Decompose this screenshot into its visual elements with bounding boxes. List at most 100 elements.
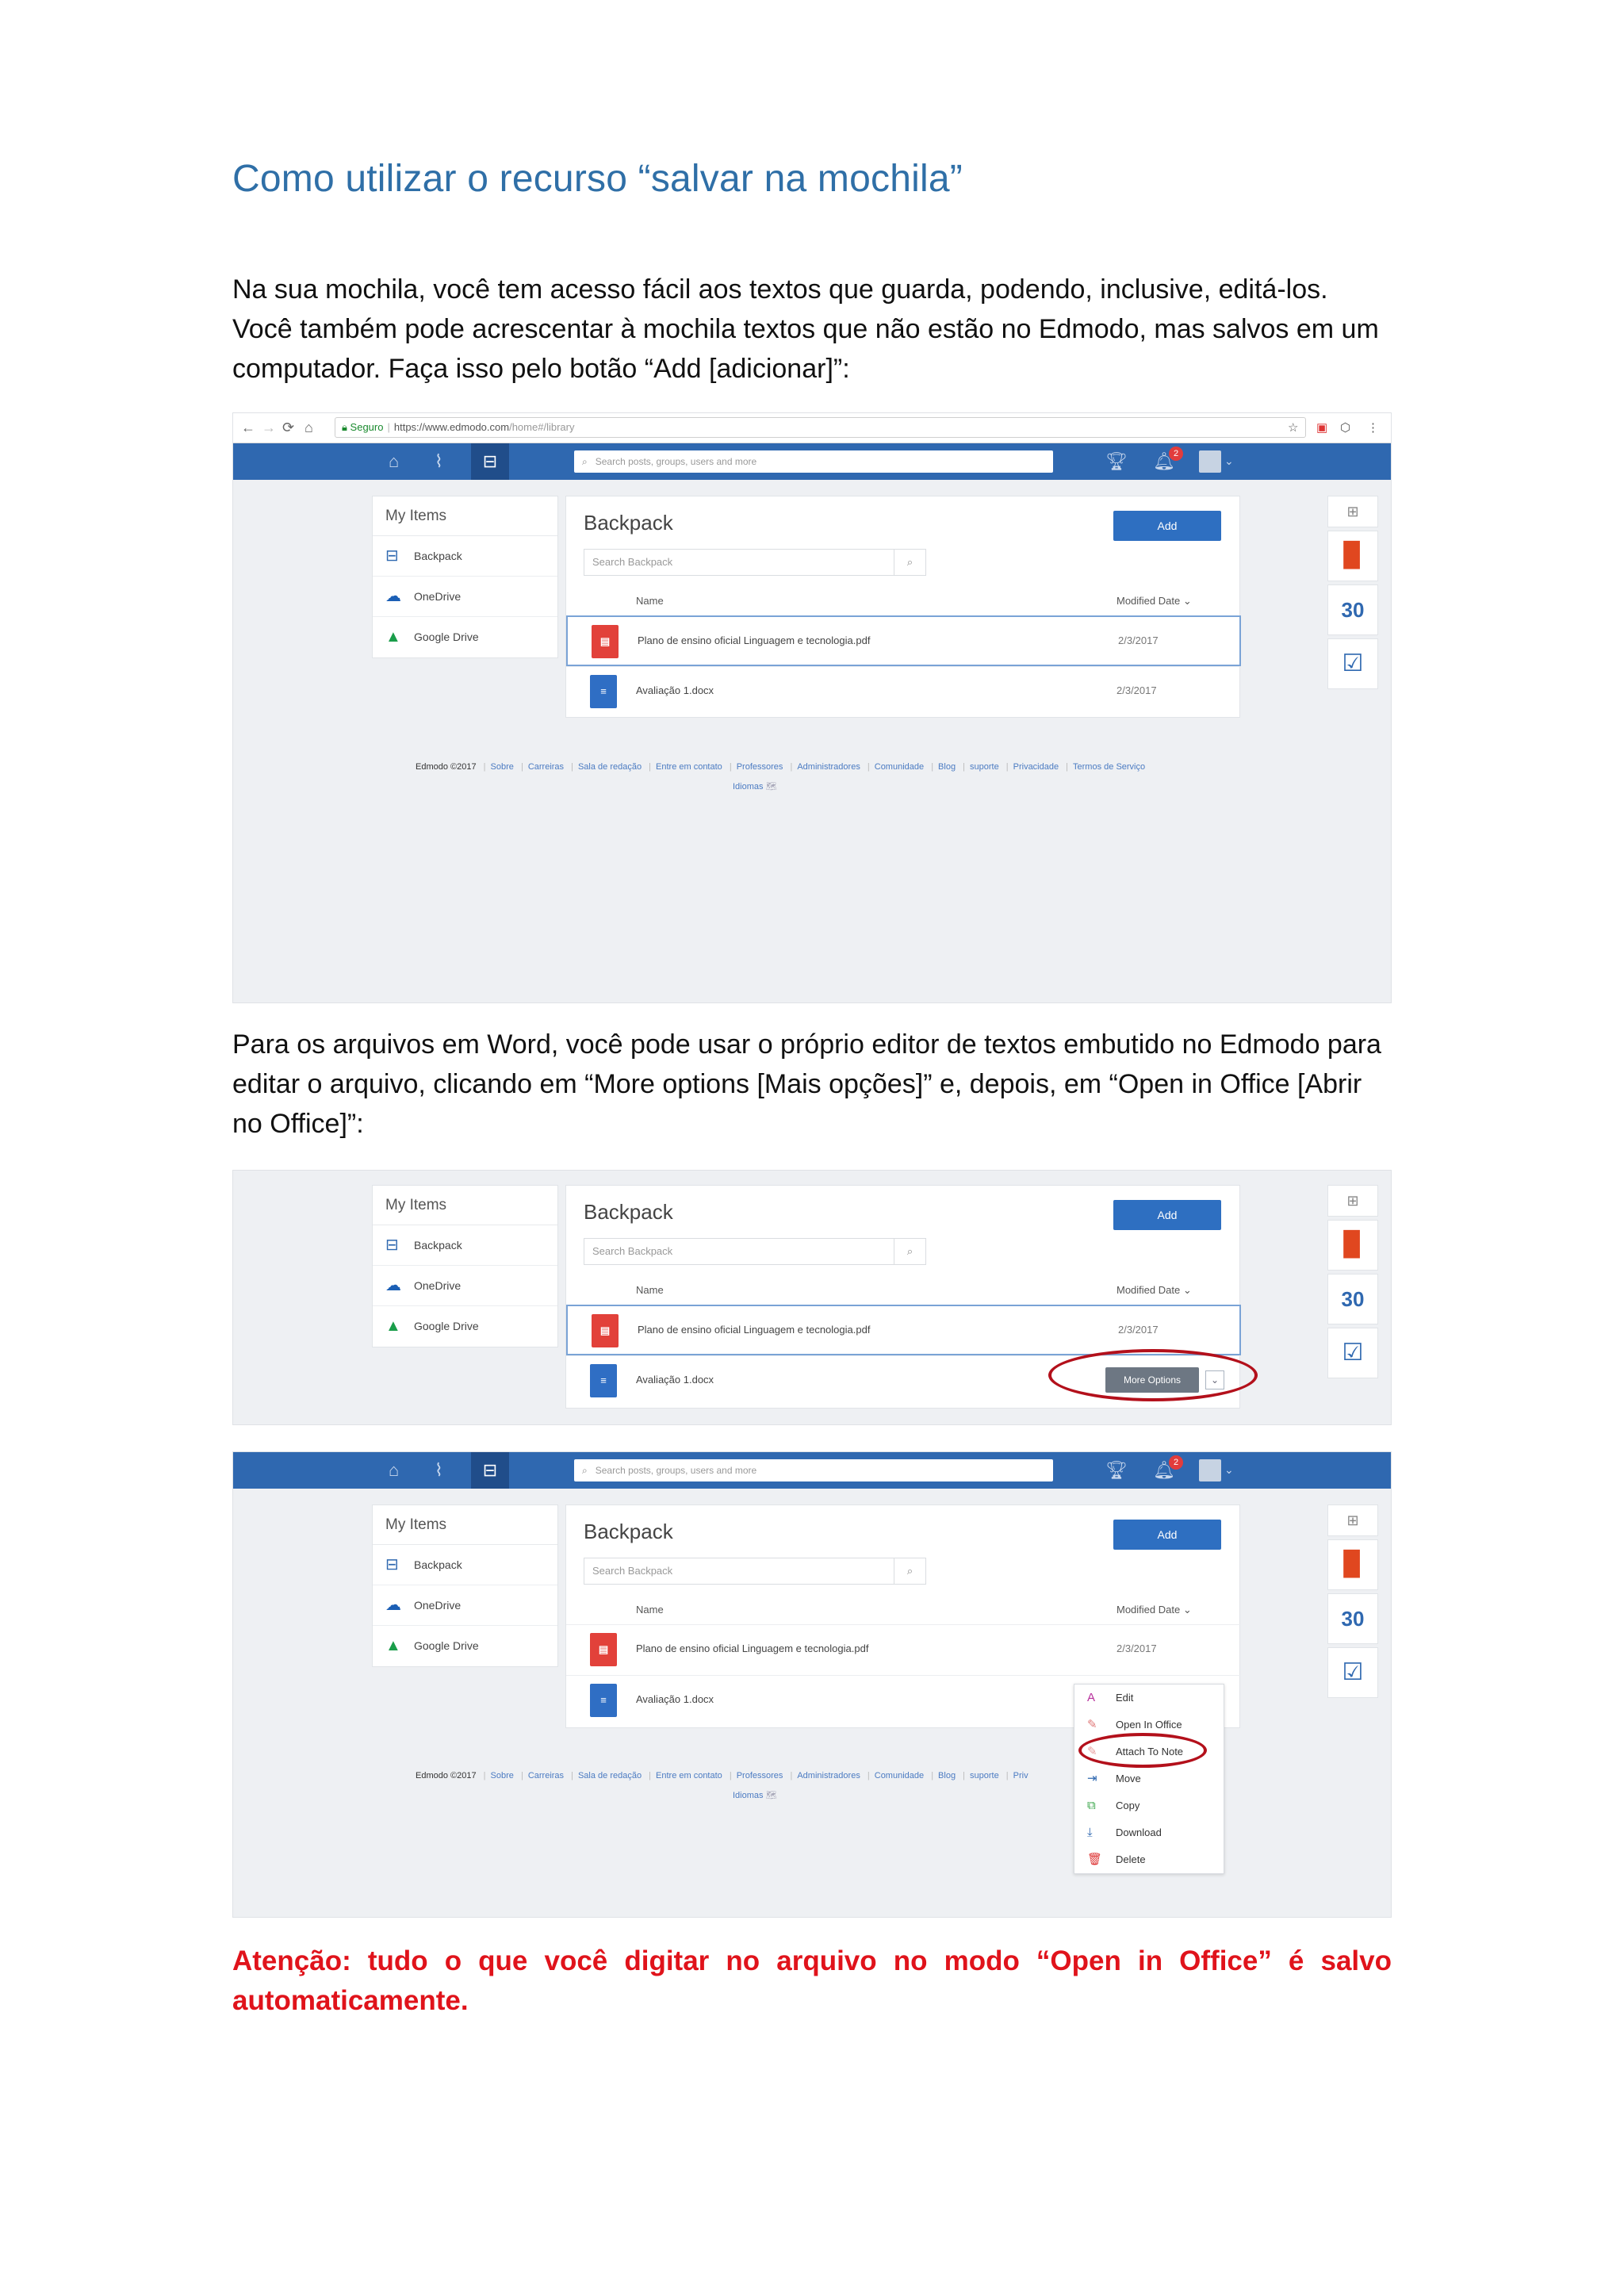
- footer-link[interactable]: Administradores: [797, 762, 860, 772]
- footer-link[interactable]: Carreiras: [528, 1771, 564, 1780]
- menu-item-edit[interactable]: A Edit: [1074, 1685, 1224, 1711]
- extension-2-icon[interactable]: ⬡: [1340, 420, 1350, 435]
- file-name[interactable]: Avaliação 1.docx: [636, 684, 714, 696]
- footer-link[interactable]: Sala de redação: [578, 762, 642, 772]
- footer-link[interactable]: Blog: [938, 762, 956, 772]
- sidebar-item-backpack[interactable]: ⊟ Backpack: [373, 1225, 557, 1266]
- sidebar-item-onedrive[interactable]: ☁ OneDrive: [373, 1585, 557, 1626]
- home-nav-icon[interactable]: ⌂: [389, 451, 399, 472]
- column-modified-date[interactable]: Modified Date ⌄: [1116, 1284, 1192, 1297]
- search-icon[interactable]: ⌕: [894, 1558, 925, 1584]
- calendar-icon[interactable]: 30: [1327, 1274, 1378, 1324]
- add-button[interactable]: Add: [1113, 1200, 1221, 1230]
- trophy-icon[interactable]: 🏆︎: [1105, 451, 1128, 472]
- column-modified-date[interactable]: Modified Date ⌄: [1116, 1604, 1192, 1616]
- quiz-check-icon[interactable]: ☑: [1327, 1647, 1378, 1698]
- file-name[interactable]: Plano de ensino oficial Linguagem e tecn…: [636, 1642, 868, 1654]
- apps-grid-icon[interactable]: ⊞: [1327, 496, 1378, 527]
- footer-link[interactable]: Administradores: [797, 1771, 860, 1780]
- apps-grid-icon[interactable]: ⊞: [1327, 1185, 1378, 1217]
- trophy-icon[interactable]: 🏆︎: [1105, 1460, 1128, 1481]
- table-row[interactable]: ▤ Plano de ensino oficial Linguagem e te…: [566, 1624, 1241, 1675]
- sidebar-item-onedrive[interactable]: ☁ OneDrive: [373, 1266, 557, 1306]
- sidebar-item-backpack[interactable]: ⊟ Backpack: [373, 536, 557, 577]
- home-nav-icon[interactable]: ⌂: [389, 1460, 399, 1481]
- home-icon[interactable]: ⌂: [304, 420, 313, 436]
- footer-link[interactable]: Sobre: [491, 762, 514, 772]
- menu-item-move[interactable]: ⇥ Move: [1074, 1765, 1224, 1792]
- menu-item-delete[interactable]: 🗑︎ Delete: [1074, 1846, 1224, 1873]
- sidebar-item-backpack[interactable]: ⊟ Backpack: [373, 1545, 557, 1585]
- menu-item-download[interactable]: ⤓ Download: [1074, 1819, 1224, 1846]
- footer-link[interactable]: Professores: [737, 762, 783, 772]
- file-name[interactable]: Plano de ensino oficial Linguagem e tecn…: [638, 1324, 870, 1336]
- menu-kebab-icon[interactable]: ⋮: [1367, 420, 1379, 435]
- footer-link[interactable]: Termos de Serviço: [1073, 762, 1145, 772]
- languages-link[interactable]: Idiomas: [733, 1791, 764, 1800]
- column-modified-date[interactable]: Modified Date ⌄: [1116, 595, 1192, 608]
- activity-icon[interactable]: ⌇: [435, 451, 443, 472]
- forward-icon[interactable]: →: [262, 420, 276, 436]
- back-icon[interactable]: ←: [241, 420, 255, 436]
- footer-link[interactable]: Priv: [1013, 1771, 1028, 1780]
- sidebar-item-google-drive[interactable]: ▲ Google Drive: [373, 1306, 557, 1347]
- star-icon[interactable]: ☆: [1288, 420, 1298, 435]
- languages-link[interactable]: Idiomas: [733, 782, 764, 792]
- library-tab[interactable]: ⊟: [471, 443, 509, 480]
- footer-link[interactable]: Sala de redação: [578, 1771, 642, 1780]
- footer-link[interactable]: Professores: [737, 1771, 783, 1780]
- chevron-down-icon[interactable]: ⌄: [1224, 454, 1234, 468]
- quiz-check-icon[interactable]: ☑: [1327, 1328, 1378, 1378]
- table-row[interactable]: ≡ Avaliação 1.docx 2/3/2017: [566, 666, 1241, 717]
- add-button[interactable]: Add: [1113, 511, 1221, 541]
- office-icon[interactable]: ▉: [1327, 1539, 1378, 1590]
- footer-link[interactable]: Blog: [938, 1771, 956, 1780]
- column-name[interactable]: Name: [636, 595, 664, 607]
- avatar[interactable]: [1199, 450, 1221, 473]
- library-tab[interactable]: ⊟: [471, 1452, 509, 1489]
- footer-link[interactable]: suporte: [970, 762, 999, 772]
- column-name[interactable]: Name: [636, 1604, 664, 1616]
- file-name[interactable]: Avaliação 1.docx: [636, 1693, 714, 1705]
- extension-icon[interactable]: ▣: [1316, 420, 1327, 435]
- menu-item-copy[interactable]: ⧉ Copy: [1074, 1792, 1224, 1819]
- address-bar[interactable]: 🔒︎ Seguro | https://www.edmodo.com/home#/l…: [335, 417, 1306, 438]
- reload-icon[interactable]: ⟳: [282, 420, 294, 436]
- footer-link[interactable]: Entre em contato: [656, 1771, 722, 1780]
- search-icon[interactable]: ⌕: [894, 550, 925, 575]
- file-name[interactable]: Avaliação 1.docx: [636, 1374, 714, 1386]
- chevron-down-icon[interactable]: ⌄: [1224, 1463, 1234, 1477]
- global-search-input[interactable]: ⌕ Search posts, groups, users and more: [574, 450, 1053, 473]
- add-button[interactable]: Add: [1113, 1520, 1221, 1550]
- file-name[interactable]: Plano de ensino oficial Linguagem e tecn…: [638, 634, 870, 646]
- footer-link[interactable]: suporte: [970, 1771, 999, 1780]
- copyright: Edmodo ©2017: [416, 762, 477, 772]
- table-row[interactable]: ▤ Plano de ensino oficial Linguagem e te…: [566, 1305, 1241, 1355]
- office-icon[interactable]: ▉: [1327, 531, 1378, 581]
- backpack-search-input[interactable]: Search Backpack ⌕: [584, 549, 926, 576]
- backpack-search-input[interactable]: Search Backpack ⌕: [584, 1558, 926, 1585]
- footer-link[interactable]: Comunidade: [875, 762, 924, 772]
- word-file-icon: ≡: [590, 1364, 617, 1397]
- sidebar-item-google-drive[interactable]: ▲ Google Drive: [373, 617, 557, 657]
- quiz-check-icon[interactable]: ☑: [1327, 638, 1378, 689]
- footer-link[interactable]: Sobre: [491, 1771, 514, 1780]
- notification-badge: 2: [1169, 1455, 1183, 1470]
- sidebar-item-google-drive[interactable]: ▲ Google Drive: [373, 1626, 557, 1666]
- footer-link[interactable]: Comunidade: [875, 1771, 924, 1780]
- sidebar-item-onedrive[interactable]: ☁ OneDrive: [373, 577, 557, 617]
- footer-link[interactable]: Privacidade: [1013, 762, 1059, 772]
- office-icon[interactable]: ▉: [1327, 1220, 1378, 1271]
- calendar-icon[interactable]: 30: [1327, 585, 1378, 635]
- apps-grid-icon[interactable]: ⊞: [1327, 1504, 1378, 1536]
- global-search-input[interactable]: ⌕ Search posts, groups, users and more: [574, 1459, 1053, 1481]
- table-row[interactable]: ▤ Plano de ensino oficial Linguagem e te…: [566, 615, 1241, 666]
- search-icon[interactable]: ⌕: [894, 1239, 925, 1264]
- footer-link[interactable]: Carreiras: [528, 762, 564, 772]
- backpack-search-input[interactable]: Search Backpack ⌕: [584, 1238, 926, 1265]
- calendar-icon[interactable]: 30: [1327, 1593, 1378, 1644]
- activity-icon[interactable]: ⌇: [435, 1460, 443, 1481]
- avatar[interactable]: [1199, 1459, 1221, 1481]
- column-name[interactable]: Name: [636, 1284, 664, 1296]
- footer-link[interactable]: Entre em contato: [656, 762, 722, 772]
